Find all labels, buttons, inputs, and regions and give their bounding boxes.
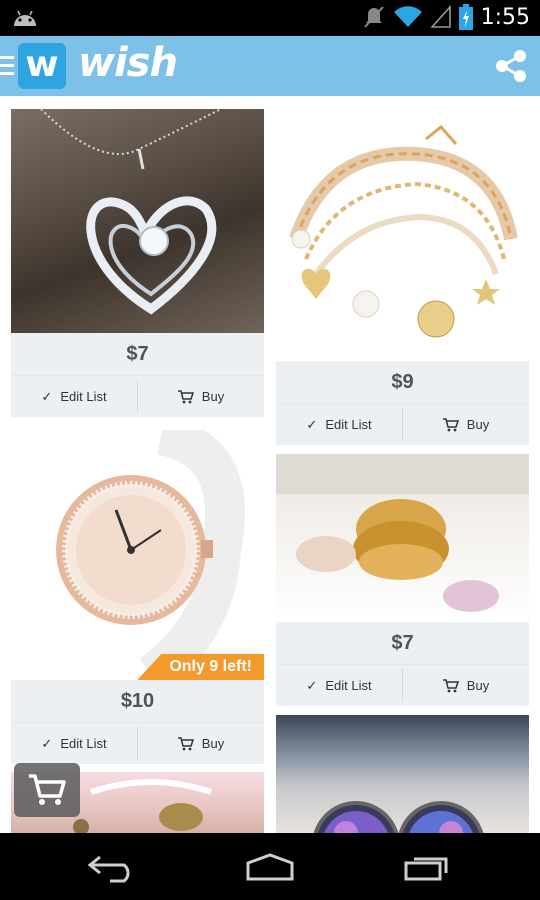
app-logo[interactable]: w bbox=[18, 43, 66, 89]
check-icon: ✓ bbox=[41, 735, 53, 751]
product-card[interactable] bbox=[276, 715, 529, 833]
product-image-charm-bracelet[interactable] bbox=[276, 109, 529, 361]
cart-icon bbox=[442, 678, 459, 692]
app-bar: w wish bbox=[0, 36, 540, 96]
edit-list-label: Edit List bbox=[60, 389, 107, 404]
check-icon: ✓ bbox=[306, 416, 318, 432]
mute-icon bbox=[363, 6, 384, 28]
recent-apps-icon[interactable] bbox=[402, 851, 454, 883]
home-icon[interactable] bbox=[242, 851, 298, 883]
product-image-galaxy-earrings[interactable] bbox=[276, 715, 529, 833]
signal-icon bbox=[430, 5, 451, 28]
cart-icon bbox=[177, 389, 194, 403]
buy-label: Buy bbox=[466, 417, 490, 432]
menu-icon[interactable] bbox=[0, 56, 14, 76]
buy-label: Buy bbox=[201, 736, 225, 751]
cart-icon bbox=[177, 736, 194, 750]
share-icon[interactable] bbox=[494, 49, 528, 83]
system-nav-bar bbox=[0, 833, 540, 900]
cart-icon bbox=[29, 774, 66, 805]
edit-list-button[interactable]: ✓ Edit List bbox=[11, 723, 137, 764]
back-icon[interactable] bbox=[86, 851, 140, 883]
buy-button[interactable]: Buy bbox=[137, 380, 264, 413]
product-price: $7 bbox=[391, 632, 414, 654]
edit-list-button[interactable]: ✓ Edit List bbox=[276, 404, 402, 445]
product-price: $10 bbox=[120, 690, 155, 712]
check-icon: ✓ bbox=[306, 677, 318, 693]
cart-button[interactable] bbox=[14, 763, 80, 817]
buy-label: Buy bbox=[201, 389, 225, 404]
product-card[interactable]: $7 ✓ Edit List Buy bbox=[276, 454, 529, 706]
status-bar: 1:55 bbox=[0, 0, 540, 36]
brand-wordmark: wish bbox=[78, 40, 178, 86]
product-price: $7 bbox=[126, 343, 149, 365]
clock: 1:55 bbox=[480, 4, 530, 30]
edit-list-button[interactable]: ✓ Edit List bbox=[276, 665, 402, 706]
product-image-best-friends-rings[interactable] bbox=[276, 454, 529, 622]
cart-icon bbox=[442, 417, 459, 431]
product-image-rose-gold-watch[interactable]: Only 9 left! bbox=[11, 430, 264, 680]
product-image-heart-necklace[interactable] bbox=[11, 109, 264, 333]
product-card[interactable]: Only 9 left! $10 ✓ Edit List Buy bbox=[11, 430, 264, 764]
battery-charging-icon bbox=[458, 4, 473, 30]
buy-label: Buy bbox=[466, 678, 490, 693]
edit-list-label: Edit List bbox=[60, 736, 107, 751]
buy-button[interactable]: Buy bbox=[402, 669, 529, 702]
edit-list-button[interactable]: ✓ Edit List bbox=[11, 376, 137, 417]
buy-button[interactable]: Buy bbox=[137, 727, 264, 760]
product-card[interactable]: $7 ✓ Edit List Buy bbox=[11, 109, 264, 417]
edit-list-label: Edit List bbox=[325, 417, 372, 432]
product-card[interactable]: $9 ✓ Edit List Buy bbox=[276, 109, 529, 445]
screen: 1:55 w wish $7 ✓ Edit List Buy $9 ✓ Edit… bbox=[0, 0, 540, 900]
edit-list-label: Edit List bbox=[325, 678, 372, 693]
wifi-icon bbox=[393, 6, 422, 28]
android-icon bbox=[14, 10, 36, 26]
product-feed[interactable]: $7 ✓ Edit List Buy $9 ✓ Edit List Buy On… bbox=[0, 96, 540, 833]
buy-button[interactable]: Buy bbox=[402, 408, 529, 441]
check-icon: ✓ bbox=[41, 388, 53, 404]
product-price: $9 bbox=[391, 371, 414, 393]
